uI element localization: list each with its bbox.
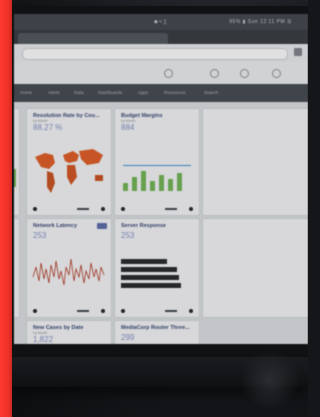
bar-chart: [123, 171, 191, 191]
panel-new-cases[interactable]: New Cases by Date by Month 1,822: [26, 320, 112, 344]
wifi-icon[interactable]: ≈: [159, 19, 162, 25]
nav-data[interactable]: Data: [74, 90, 84, 95]
panel-expand-icon[interactable]: [101, 207, 105, 211]
nav-resources[interactable]: Resources: [164, 90, 186, 95]
partial-panel-left-2: [14, 218, 20, 318]
latency-sparkline: [32, 258, 105, 286]
partial-panel-right-2: [202, 218, 308, 318]
panel-expand-icon[interactable]: [101, 309, 105, 313]
bar: [150, 181, 155, 191]
nav-dashboards[interactable]: Dashboards: [98, 90, 122, 95]
os-menubar: ◆ ≈ ∑ 95% ▮ Sun 12:11 PM ☰: [14, 14, 308, 30]
panel-indicator: [77, 208, 89, 210]
panel-network-latency[interactable]: Network Latency 253: [26, 218, 112, 318]
panel-expand-icon[interactable]: [189, 207, 193, 211]
nav-alerts[interactable]: Alerts: [48, 90, 60, 95]
target-line: [123, 165, 191, 166]
app-header: [14, 62, 308, 84]
photo-background: ◆ ≈ ∑ 95% ▮ Sun 12:11 PM ☰ Home Alerts D…: [0, 0, 308, 417]
panel-value: 253: [121, 231, 135, 240]
panel-router[interactable]: MediaCorp Router Three... 299: [114, 320, 200, 344]
panel-indicator: [165, 208, 177, 210]
nav-home[interactable]: Home: [20, 90, 32, 95]
bluetooth-icon[interactable]: ∑: [163, 19, 167, 25]
panel-menu-icon[interactable]: [33, 207, 37, 211]
panel-value: 884: [121, 123, 135, 132]
menubar-icons: ◆ ≈ ∑: [154, 19, 167, 25]
panel-footer: [119, 206, 195, 213]
panel-value: 299: [121, 333, 135, 342]
bar: [132, 177, 137, 191]
panel-budget-margins[interactable]: Budget Margins by Month 884: [114, 108, 200, 216]
bar: [168, 179, 173, 191]
panel-resolution-rate[interactable]: Resolution Rate by Cou... by Month 88.27…: [26, 108, 112, 216]
panel-menu-icon[interactable]: [121, 207, 125, 211]
nav-apps[interactable]: Apps: [138, 90, 148, 95]
partial-chart: [14, 169, 16, 187]
bar: [121, 275, 179, 280]
panel-footer: [31, 206, 107, 213]
partial-panel-left: [14, 108, 20, 216]
panel-server-response[interactable]: Server Response 253: [114, 218, 200, 318]
bar: [123, 183, 128, 191]
panel-footer: [31, 308, 107, 315]
bar: [177, 173, 182, 191]
bar: [121, 259, 167, 264]
laptop: ◆ ≈ ∑ 95% ▮ Sun 12:11 PM ☰ Home Alerts D…: [6, 6, 308, 387]
red-foreground-edge: [0, 0, 12, 417]
browser-tabbar: [14, 30, 308, 44]
settings-icon[interactable]: [240, 69, 249, 78]
address-input[interactable]: [22, 48, 288, 60]
dropbox-icon[interactable]: ◆: [154, 19, 158, 25]
bar: [121, 267, 177, 272]
browser-tab[interactable]: [18, 33, 168, 44]
share-icon[interactable]: [272, 69, 281, 78]
panel-indicator: [165, 310, 177, 312]
laptop-screen: ◆ ≈ ∑ 95% ▮ Sun 12:11 PM ☰ Home Alerts D…: [14, 14, 308, 344]
panel-menu-icon[interactable]: [121, 309, 125, 313]
panel-title: MediaCorp Router Three...: [121, 325, 190, 331]
bar: [121, 283, 181, 288]
bar: [141, 171, 146, 191]
menubar-status: 95% ▮ Sun 12:11 PM ☰: [229, 19, 292, 25]
panel-expand-icon[interactable]: [189, 309, 193, 313]
browser-urlbar: [14, 44, 308, 62]
partial-panel-right: [202, 108, 308, 216]
panel-value: 1,822: [33, 335, 54, 344]
panel-title: Server Response: [121, 223, 166, 229]
dashboard-nav: Home Alerts Data Dashboards Apps Resourc…: [14, 84, 308, 102]
nav-search[interactable]: Search: [204, 90, 218, 95]
back-icon[interactable]: [164, 69, 173, 78]
panel-footer: [119, 308, 195, 315]
desk-shadow: [240, 350, 300, 410]
world-map: [35, 149, 103, 193]
refresh-icon[interactable]: [210, 69, 219, 78]
extension-icon[interactable]: [294, 48, 302, 56]
panel-indicator: [77, 310, 89, 312]
bar: [159, 175, 164, 191]
panel-menu-icon[interactable]: [33, 309, 37, 313]
